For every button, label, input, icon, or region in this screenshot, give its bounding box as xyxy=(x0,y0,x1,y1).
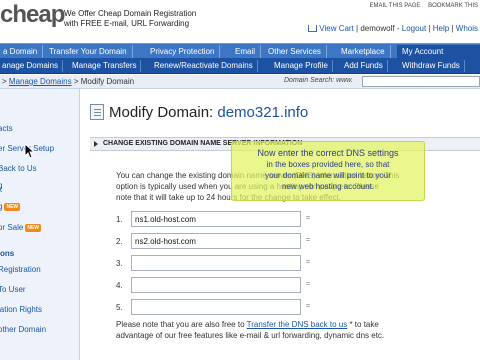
tooltip-line-1: Now enter the correct DNS settings xyxy=(257,148,399,158)
ns-number-4: 4. xyxy=(116,281,123,290)
breadcrumb-prefix: > xyxy=(2,77,9,86)
separator: | xyxy=(428,24,431,33)
sidebar-item-k[interactable]: k xyxy=(0,185,2,194)
name-server-2-input[interactable] xyxy=(131,233,301,249)
expand-arrow-icon xyxy=(94,141,98,147)
transfer-note-line-2: advantage of our free features like e-ma… xyxy=(116,331,385,340)
separator: | xyxy=(356,24,359,33)
subnav-add-funds[interactable]: Add Funds xyxy=(340,60,388,72)
whois-link[interactable]: Whois xyxy=(456,24,478,33)
sidebar-item-g-2[interactable]: gNEW xyxy=(0,202,21,211)
username: demowolf xyxy=(360,24,395,33)
tooltip-line-4: new web hosting account. xyxy=(281,182,375,191)
ns-equals-1: = xyxy=(306,215,311,222)
tab-privacy-protection[interactable]: Privacy Protection xyxy=(145,45,221,58)
breadcrumb: > Manage Domains > Modify Domain xyxy=(2,77,134,86)
view-cart-link[interactable]: View Cart xyxy=(319,24,354,33)
dash: - xyxy=(396,24,400,33)
site-logo[interactable]: cheap xyxy=(0,0,65,30)
sidebar-item-translation-rights[interactable]: lation Rights xyxy=(0,305,42,314)
sidebar: acts er Server Setup Back to Us g k gNEW… xyxy=(0,89,80,360)
transfer-note-line-1: Please note that you are also free to Tr… xyxy=(116,319,480,330)
email-page-link[interactable]: EMAIL THIS PAGE xyxy=(370,3,421,9)
transfer-dns-link[interactable]: Transfer the DNS back to us xyxy=(247,320,348,329)
main-content: Modify Domain: demo321.info CHANGE EXIST… xyxy=(81,89,480,360)
ns-number-2: 2. xyxy=(116,237,123,246)
page-title-prefix: Modify Domain: xyxy=(109,104,218,121)
ns-number-1: 1. xyxy=(116,215,123,224)
note-text-a: Please note that you are also free to xyxy=(116,320,247,329)
domain-search-label: Domain Search: www. xyxy=(284,77,353,84)
sidebar-item-registration[interactable]: Registration xyxy=(0,265,41,274)
subnav-renew-reactivate[interactable]: Renew/Reactivate Domains xyxy=(150,60,258,72)
breadcrumb-current: > Modify Domain xyxy=(71,77,135,86)
sidebar-heading-options: ons xyxy=(0,249,15,258)
subnav-manage-profile[interactable]: Manage Profile xyxy=(270,60,333,72)
sidebar-item-to-user[interactable]: To User xyxy=(0,285,26,294)
ns-equals-3: = xyxy=(306,259,311,266)
top-utilities: EMAIL THIS PAGE BOOKMARK THIS xyxy=(364,3,478,9)
tab-register-domain[interactable]: a Domain xyxy=(0,45,44,58)
sidebar-item-other-domain[interactable]: other Domain xyxy=(0,325,46,334)
sidebar-item-transfer-back[interactable]: Back to Us xyxy=(0,164,37,173)
subnav-withdraw-funds[interactable]: Withdraw Funds xyxy=(398,60,465,72)
domain-search-input[interactable] xyxy=(362,76,480,87)
note-text-b: * to take xyxy=(347,320,379,329)
mouse-cursor-icon xyxy=(24,143,36,159)
help-link[interactable]: Help xyxy=(433,24,449,33)
breadcrumb-manage-domains[interactable]: Manage Domains xyxy=(9,77,72,86)
tooltip-line-2: in the boxes provided here, so that xyxy=(266,160,390,169)
main-nav: a Domain Transfer Your Domain Privacy Pr… xyxy=(0,43,480,58)
separator: | xyxy=(451,24,454,33)
logout-link[interactable]: Logout xyxy=(402,24,426,33)
tab-transfer-domain[interactable]: Transfer Your Domain xyxy=(44,45,133,58)
new-badge: NEW xyxy=(25,223,42,232)
tagline-line-1: We Offer Cheap Domain Registration xyxy=(64,9,197,18)
ns-equals-2: = xyxy=(306,237,311,244)
tooltip-line-3: your domain name will point to your xyxy=(265,171,391,180)
transfer-note: Please note that you are also free to Tr… xyxy=(116,319,480,341)
tab-other-services[interactable]: Other Services xyxy=(263,45,327,58)
site-header: cheap We Offer Cheap Domain Registration… xyxy=(0,0,480,43)
page-title-domain: demo321.info xyxy=(217,104,309,121)
name-server-1-input[interactable] xyxy=(131,211,301,227)
breadcrumb-bar: > Manage Domains > Modify Domain Domain … xyxy=(0,75,480,89)
page-title: Modify Domain: demo321.info xyxy=(109,104,308,121)
name-server-5-input[interactable] xyxy=(131,299,301,315)
new-badge: NEW xyxy=(4,202,21,211)
ns-number-3: 3. xyxy=(116,259,123,268)
tab-email[interactable]: Email xyxy=(230,45,262,58)
tagline: We Offer Cheap Domain Registration with … xyxy=(64,9,196,29)
sidebar-item-label: or Sale xyxy=(0,223,24,232)
sidebar-item-contacts[interactable]: acts xyxy=(0,124,13,133)
tagline-line-2: with FREE E-mail, URL Forwarding xyxy=(64,19,190,28)
subnav-manage-transfers[interactable]: Manage Transfers xyxy=(68,60,142,72)
ns-equals-4: = xyxy=(306,281,311,288)
name-server-3-input[interactable] xyxy=(131,255,301,271)
sidebar-item-for-sale[interactable]: or Sale NEW xyxy=(0,223,42,232)
ns-number-5: 5. xyxy=(116,303,123,312)
bookmark-link[interactable]: BOOKMARK THIS xyxy=(428,3,478,9)
document-icon xyxy=(90,104,104,120)
name-server-4-input[interactable] xyxy=(131,277,301,293)
sub-nav: anage Domains Manage Transfers Renew/Rea… xyxy=(0,58,480,74)
tab-marketplace[interactable]: Marketplace xyxy=(336,45,391,58)
ns-equals-5: = xyxy=(306,303,311,310)
subnav-manage-domains[interactable]: anage Domains xyxy=(0,60,64,72)
account-links: View Cart | demowolf - Logout | Help | W… xyxy=(308,24,478,33)
tutorial-tooltip: Now enter the correct DNS settings in th… xyxy=(231,141,425,201)
tab-my-account[interactable]: My Account xyxy=(397,45,480,58)
sidebar-item-label: g xyxy=(0,202,2,211)
cart-icon xyxy=(308,25,318,33)
